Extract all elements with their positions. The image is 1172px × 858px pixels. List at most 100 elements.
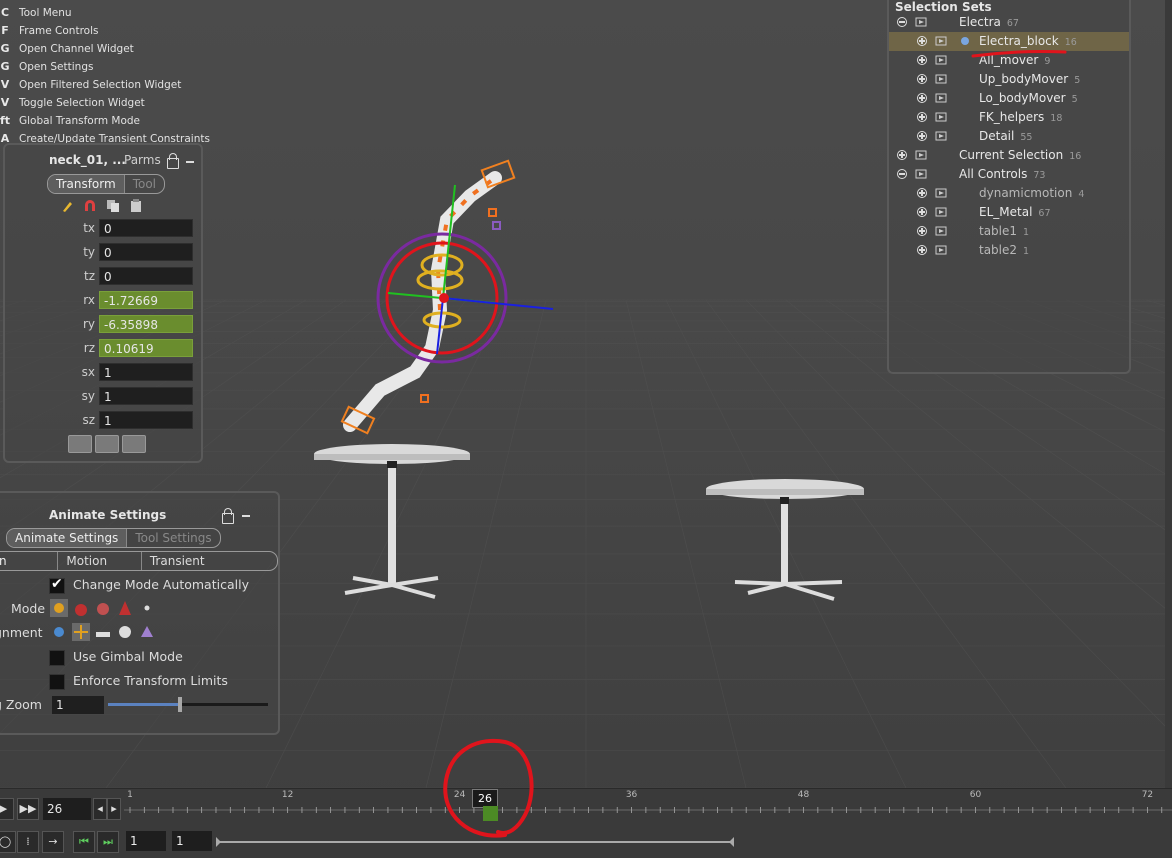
timeline-ruler[interactable]: 1 12 24 36 48 60 72 — [124, 789, 1172, 823]
set-icon — [934, 111, 950, 123]
parm-row-sy: sy 1 — [5, 387, 201, 407]
paste-icon[interactable] — [129, 199, 143, 213]
selection-set-row[interactable]: dynamicmotion 4 — [889, 184, 1129, 203]
expand-icon[interactable] — [917, 93, 927, 103]
range-start-field[interactable]: 1 — [126, 831, 166, 851]
expand-icon[interactable] — [917, 74, 927, 84]
parms-tabs: Transform Tool — [47, 174, 166, 194]
tab-animate-settings[interactable]: Animate Settings — [7, 529, 127, 547]
current-frame-field[interactable]: 26 — [43, 798, 91, 820]
step-forward-button[interactable]: ▸ — [107, 798, 121, 820]
selection-set-row[interactable]: FK_helpers 18 — [889, 108, 1129, 127]
expand-icon[interactable] — [917, 245, 927, 255]
brush-icon[interactable] — [60, 199, 74, 213]
copy-icon[interactable] — [106, 199, 120, 213]
parm-field-sy[interactable]: 1 — [99, 387, 193, 405]
electra-character[interactable] — [340, 159, 554, 435]
table1[interactable] — [314, 444, 470, 599]
parm-field-tz[interactable]: 0 — [99, 267, 193, 285]
expand-icon[interactable] — [917, 188, 927, 198]
jump-end-button[interactable]: ▶▶ — [17, 798, 39, 820]
options-button[interactable]: ◯ — [0, 831, 16, 853]
collapse-button[interactable] — [186, 161, 194, 163]
expand-icon[interactable] — [917, 131, 927, 141]
key-selected-icon[interactable] — [95, 435, 119, 453]
collapse-button[interactable] — [242, 515, 250, 517]
selection-set-row[interactable]: table2 1 — [889, 241, 1129, 260]
scene-viewport[interactable]: C Tool Menu F Frame Controls G Open Channel W… — [0, 0, 1172, 858]
change-mode-checkbox[interactable] — [49, 576, 65, 594]
expand-icon[interactable] — [897, 169, 907, 179]
hotkey-key: G — [0, 42, 10, 55]
step-back-button[interactable]: ◂ — [93, 798, 107, 820]
key-remove-icon[interactable] — [122, 435, 146, 453]
key-all-icon[interactable] — [68, 435, 92, 453]
set-icon — [934, 206, 950, 218]
range-start-button[interactable]: ⏮ — [73, 831, 95, 853]
selection-set-row[interactable]: Lo_bodyMover 5 — [889, 89, 1129, 108]
align-local-icon[interactable] — [94, 623, 112, 641]
mode-translate-icon[interactable] — [50, 599, 68, 617]
ruler-label: 60 — [970, 790, 982, 800]
tab-tool-settings[interactable]: Tool Settings — [126, 529, 219, 547]
play-button[interactable]: ▶ — [0, 798, 14, 820]
tab-transform[interactable]: Transform — [48, 175, 124, 193]
parm-row-tz: tz 0 — [5, 267, 201, 287]
gimbal-checkbox[interactable] — [49, 650, 65, 666]
align-parent-icon[interactable] — [72, 623, 90, 641]
selection-set-row[interactable]: EL_Metal 67 — [889, 203, 1129, 222]
selection-set-row[interactable]: Detail 55 — [889, 127, 1129, 146]
ruler-label: 72 — [1142, 790, 1153, 800]
align-object-icon[interactable] — [116, 623, 134, 641]
parm-label: sx — [81, 365, 95, 379]
align-custom-icon[interactable] — [138, 623, 156, 641]
selection-set-row[interactable]: Up_bodyMover 5 — [889, 70, 1129, 89]
mode-scale-icon[interactable] — [94, 599, 112, 617]
table2[interactable] — [706, 479, 864, 601]
lock-icon[interactable] — [222, 508, 234, 524]
selection-set-row[interactable]: table1 1 — [889, 222, 1129, 241]
set-count: 18 — [1050, 113, 1063, 124]
zoom-slider-thumb[interactable] — [178, 697, 182, 712]
align-world-icon[interactable] — [50, 623, 68, 641]
keyframe-marker[interactable] — [483, 806, 498, 821]
set-name: Up_bodyMover — [979, 72, 1069, 86]
range-end-button[interactable]: ⏭ — [97, 831, 119, 853]
selection-set-row[interactable]: Current Selection 16 — [889, 146, 1129, 165]
range-end-field[interactable]: 1 — [172, 831, 212, 851]
range-slider[interactable] — [216, 837, 734, 847]
keys-toggle-button[interactable]: ⁞ — [17, 831, 39, 853]
zoom-slider[interactable] — [108, 697, 268, 712]
selection-set-name: EL_Metal 67 — [979, 205, 1051, 219]
parm-field-rx[interactable]: -1.72669 — [99, 291, 193, 309]
expand-icon[interactable] — [917, 226, 927, 236]
hotkey-label: Open Settings — [19, 61, 94, 73]
zoom-label: g Zoom — [0, 697, 42, 712]
parm-field-tx[interactable]: 0 — [99, 219, 193, 237]
parm-field-rz[interactable]: 0.10619 — [99, 339, 193, 357]
tab-motion-path[interactable]: Motion Path — [57, 552, 140, 570]
parm-field-ry[interactable]: -6.35898 — [99, 315, 193, 333]
mode-pose-icon[interactable] — [116, 599, 134, 617]
parm-field-sx[interactable]: 1 — [99, 363, 193, 381]
selection-set-name: Lo_bodyMover 5 — [979, 91, 1078, 105]
tab-tool[interactable]: Tool — [123, 175, 164, 193]
parm-label: ty — [83, 245, 95, 259]
limits-checkbox[interactable] — [49, 674, 65, 690]
tab-transient-constraints[interactable]: Transient Constraints — [140, 552, 277, 570]
zoom-field[interactable]: 1 — [52, 696, 104, 714]
set-count: 16 — [1069, 151, 1082, 162]
expand-icon[interactable] — [917, 207, 927, 217]
mode-rotate-icon[interactable] — [72, 599, 90, 617]
tab-handle[interactable]: n Handle — [0, 552, 57, 570]
parm-field-ty[interactable]: 0 — [99, 243, 193, 261]
selection-set-row[interactable]: All Controls 73 — [889, 165, 1129, 184]
scope-button[interactable]: → — [42, 831, 64, 853]
lock-icon[interactable] — [167, 153, 179, 169]
set-name: table1 — [979, 224, 1018, 238]
parm-field-sz[interactable]: 1 — [99, 411, 193, 429]
expand-icon[interactable] — [897, 150, 907, 160]
expand-icon[interactable] — [917, 112, 927, 122]
magnet-icon[interactable] — [83, 199, 97, 213]
mode-dot-icon[interactable] — [138, 599, 156, 617]
